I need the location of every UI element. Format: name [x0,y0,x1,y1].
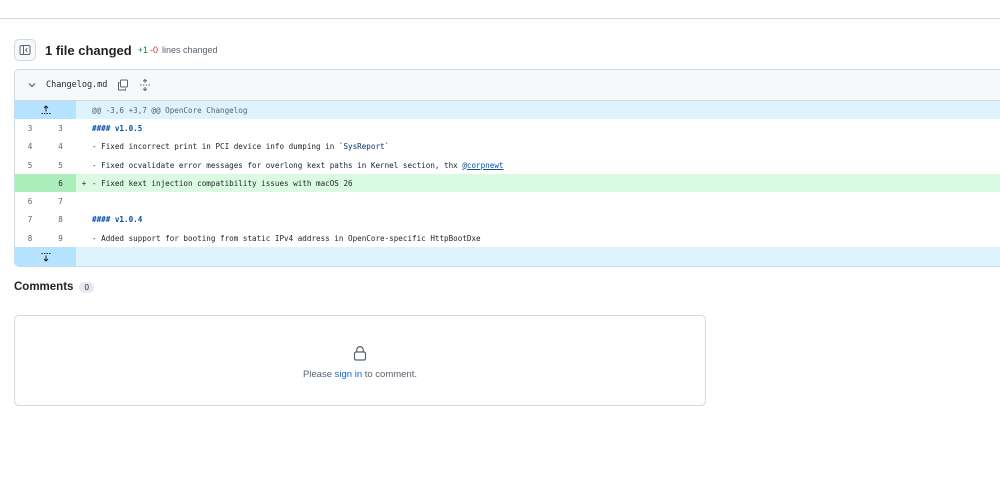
diff-line-added: 6 + - Fixed kext injection compatibility i… [15,174,1000,193]
expand-all-button[interactable] [137,77,153,93]
code-token: - Added support for booting from static … [92,233,481,243]
new-line-number[interactable]: 3 [45,124,76,133]
code-line: - Fixed kext injection compatibility iss… [92,179,1000,188]
old-line-number[interactable]: 5 [15,161,45,170]
hunk-header: @@ -3,6 +3,7 @@ OpenCore Changelog [92,105,248,115]
expand-down-button[interactable] [15,247,76,266]
copy-icon [118,79,129,91]
files-changed-title: 1 file changed [45,42,132,58]
diff-line: 55 - Fixed ocvalidate error messages for … [15,156,1000,174]
new-line-number[interactable]: 4 [45,142,76,151]
hunk-header-row: @@ -3,6 +3,7 @@ OpenCore Changelog [15,101,1000,120]
expand-up-button[interactable] [15,101,76,120]
diff-line: 67 [15,192,1000,210]
comments-count-badge: 0 [79,281,94,293]
copy-path-button[interactable] [115,77,131,93]
code-token: - Fixed incorrect print in PCI device in… [92,142,344,152]
hunk-footer-row [15,247,1000,266]
old-line-number[interactable]: 7 [15,215,45,224]
code-line: - Added support for booting from static … [92,234,1000,243]
code-line: #### v1.0.5 [92,124,1000,133]
code-token: - Fixed ocvalidate error messages for ov… [92,160,463,170]
diff-lines: 3 3 #### v1.0.5 4 4 - Fixed incorrect print i… [15,119,1000,247]
code-line: - Fixed ocvalidate error messages for ov… [92,161,1000,170]
file-name: Changelog.md [46,80,108,90]
code-token: #### v1.0.4 [92,215,143,225]
old-line-number[interactable]: 6 [15,197,45,206]
diff-line: 3 3 #### v1.0.5 [15,119,1000,137]
diff-marker: + [81,178,87,188]
additions-count: +1 [137,45,148,55]
signin-prompt: Please sign in to comment. [302,369,418,380]
chevron-down-icon [28,83,36,88]
diff-line: 7 8 #### v1.0.4 [15,211,1000,229]
expand-up-icon [41,105,50,115]
mention-link[interactable]: @corpnewt [462,161,503,170]
new-line-number[interactable]: 9 [45,234,76,243]
code-token: - Fixed kext injection compatibility iss… [92,178,353,188]
file-header: Changelog.md [15,70,1000,101]
code-token: #### v1.0.5 [92,123,143,133]
file-diff: Changelog.md @@ -3,6 +3,7 @@ OpenCore Ch… [14,69,1000,267]
lines-changed-label: lines changed [161,45,218,55]
old-line-number[interactable]: 8 [15,234,45,243]
new-line-number[interactable]: 7 [45,197,76,206]
unfold-icon [140,79,151,91]
new-line-number[interactable]: 8 [45,215,76,224]
code-line: - Fixed incorrect print in PCI device in… [92,142,1000,151]
deletions-count: -0 [149,45,158,55]
code-line: #### v1.0.4 [92,215,1000,224]
code-token: ` [384,142,390,152]
diff-line: 89 - Added support for booting from stati… [15,229,1000,247]
sidebar-collapse-icon [19,45,31,55]
collapse-file-button[interactable] [26,79,38,91]
comments-header: Comments 0 [14,281,94,293]
code-token: SysReport [343,142,385,152]
new-line-number[interactable]: 5 [45,161,76,170]
sign-in-link[interactable]: sign in [335,369,362,380]
old-line-number[interactable]: 4 [15,142,45,151]
expand-down-icon [41,252,50,262]
comments-title: Comments [14,281,74,293]
diff-line: 44 - Fixed incorrect print in PCI device … [15,138,1000,156]
top-divider [0,18,1000,19]
new-line-number[interactable]: 6 [45,174,76,193]
old-line-number[interactable]: 3 [15,124,45,133]
old-line-number[interactable] [15,174,45,193]
lock-icon [353,346,367,361]
comment-signin-box: Please sign in to comment. [14,315,706,406]
toggle-file-tree-button[interactable] [14,39,36,61]
diff-summary: 1 file changed +1 -0 lines changed [14,38,218,62]
